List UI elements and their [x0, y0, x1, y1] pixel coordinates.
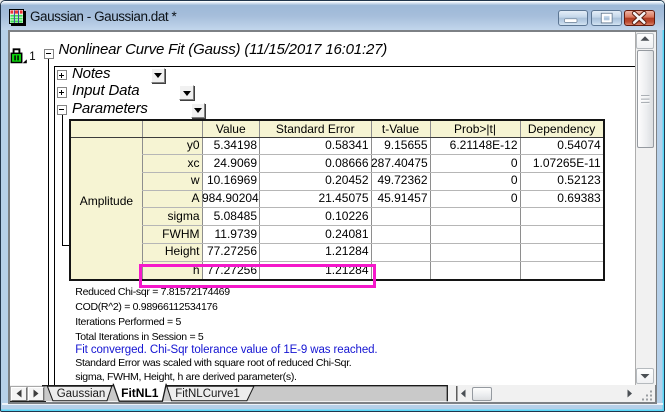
svg-text:FitNLCurve1: FitNLCurve1	[175, 388, 240, 400]
svg-text:FitNL1: FitNL1	[121, 386, 159, 400]
svg-text:Gaussian: Gaussian	[57, 388, 106, 400]
